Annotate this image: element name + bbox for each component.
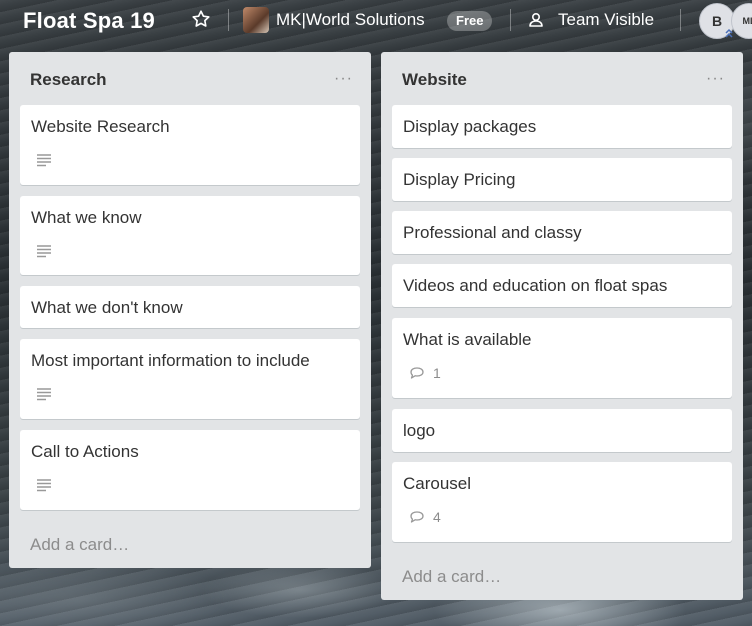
list-research: Research ··· Website Research What we kn… bbox=[9, 52, 371, 568]
list-title[interactable]: Website bbox=[402, 70, 467, 90]
card-title: Call to Actions bbox=[31, 442, 139, 461]
description-icon bbox=[36, 478, 52, 492]
list-menu-icon[interactable]: ··· bbox=[706, 70, 725, 88]
list-card[interactable]: Carousel 4 bbox=[392, 462, 732, 542]
comment-icon bbox=[410, 367, 424, 379]
card-title: logo bbox=[403, 421, 436, 440]
list-title[interactable]: Research bbox=[30, 70, 107, 90]
comment-count: 4 bbox=[433, 509, 441, 525]
description-icon bbox=[36, 244, 52, 258]
description-icon bbox=[36, 387, 52, 401]
description-icon bbox=[36, 153, 52, 167]
admin-chevron-icon bbox=[723, 27, 735, 39]
add-card-button[interactable]: Add a card… bbox=[402, 567, 501, 587]
card-title: Most important information to include bbox=[31, 351, 310, 370]
comment-icon bbox=[410, 511, 424, 523]
card-title: What we know bbox=[31, 208, 142, 227]
list-card[interactable]: Website Research bbox=[20, 105, 360, 185]
list-card[interactable]: What we don't know bbox=[20, 286, 360, 328]
team-name[interactable]: MK|World Solutions bbox=[276, 10, 425, 30]
card-title: Professional and classy bbox=[403, 223, 582, 242]
list-website: Website ··· Display packages Display Pri… bbox=[381, 52, 743, 600]
card-title: Carousel bbox=[403, 474, 472, 493]
header-divider bbox=[228, 9, 229, 31]
comment-count: 1 bbox=[433, 365, 441, 381]
list-card[interactable]: What is available 1 bbox=[392, 318, 732, 398]
card-title: Display packages bbox=[403, 117, 537, 136]
team-logo bbox=[243, 7, 269, 33]
board-title[interactable]: Float Spa 19 bbox=[23, 8, 155, 34]
board-header: Float Spa 19 MK|World Solutions Free Tea… bbox=[0, 0, 752, 42]
star-icon[interactable] bbox=[190, 8, 212, 30]
header-divider bbox=[680, 9, 681, 31]
list-card[interactable]: Most important information to include bbox=[20, 339, 360, 419]
list-card[interactable]: Display packages bbox=[392, 105, 732, 148]
list-menu-icon[interactable]: ··· bbox=[334, 70, 353, 88]
comment-count-badge: 4 bbox=[409, 509, 441, 525]
plan-badge: Free bbox=[447, 11, 493, 31]
card-title: Videos and education on float spas bbox=[403, 276, 668, 295]
card-title: Display Pricing bbox=[403, 170, 516, 189]
team-visibility-icon bbox=[527, 11, 545, 29]
list-card[interactable]: What we know bbox=[20, 196, 360, 275]
header-divider bbox=[510, 9, 511, 31]
list-card[interactable]: Professional and classy bbox=[392, 211, 732, 254]
list-card[interactable]: Display Pricing bbox=[392, 158, 732, 201]
add-card-button[interactable]: Add a card… bbox=[30, 535, 129, 555]
list-card[interactable]: Videos and education on float spas bbox=[392, 264, 732, 307]
card-title: What we don't know bbox=[31, 298, 183, 317]
card-title: Website Research bbox=[31, 117, 170, 136]
card-title: What is available bbox=[403, 330, 532, 349]
visibility-button[interactable]: Team Visible bbox=[558, 10, 654, 30]
list-card[interactable]: logo bbox=[392, 409, 732, 452]
comment-count-badge: 1 bbox=[409, 365, 441, 381]
list-card[interactable]: Call to Actions bbox=[20, 430, 360, 510]
